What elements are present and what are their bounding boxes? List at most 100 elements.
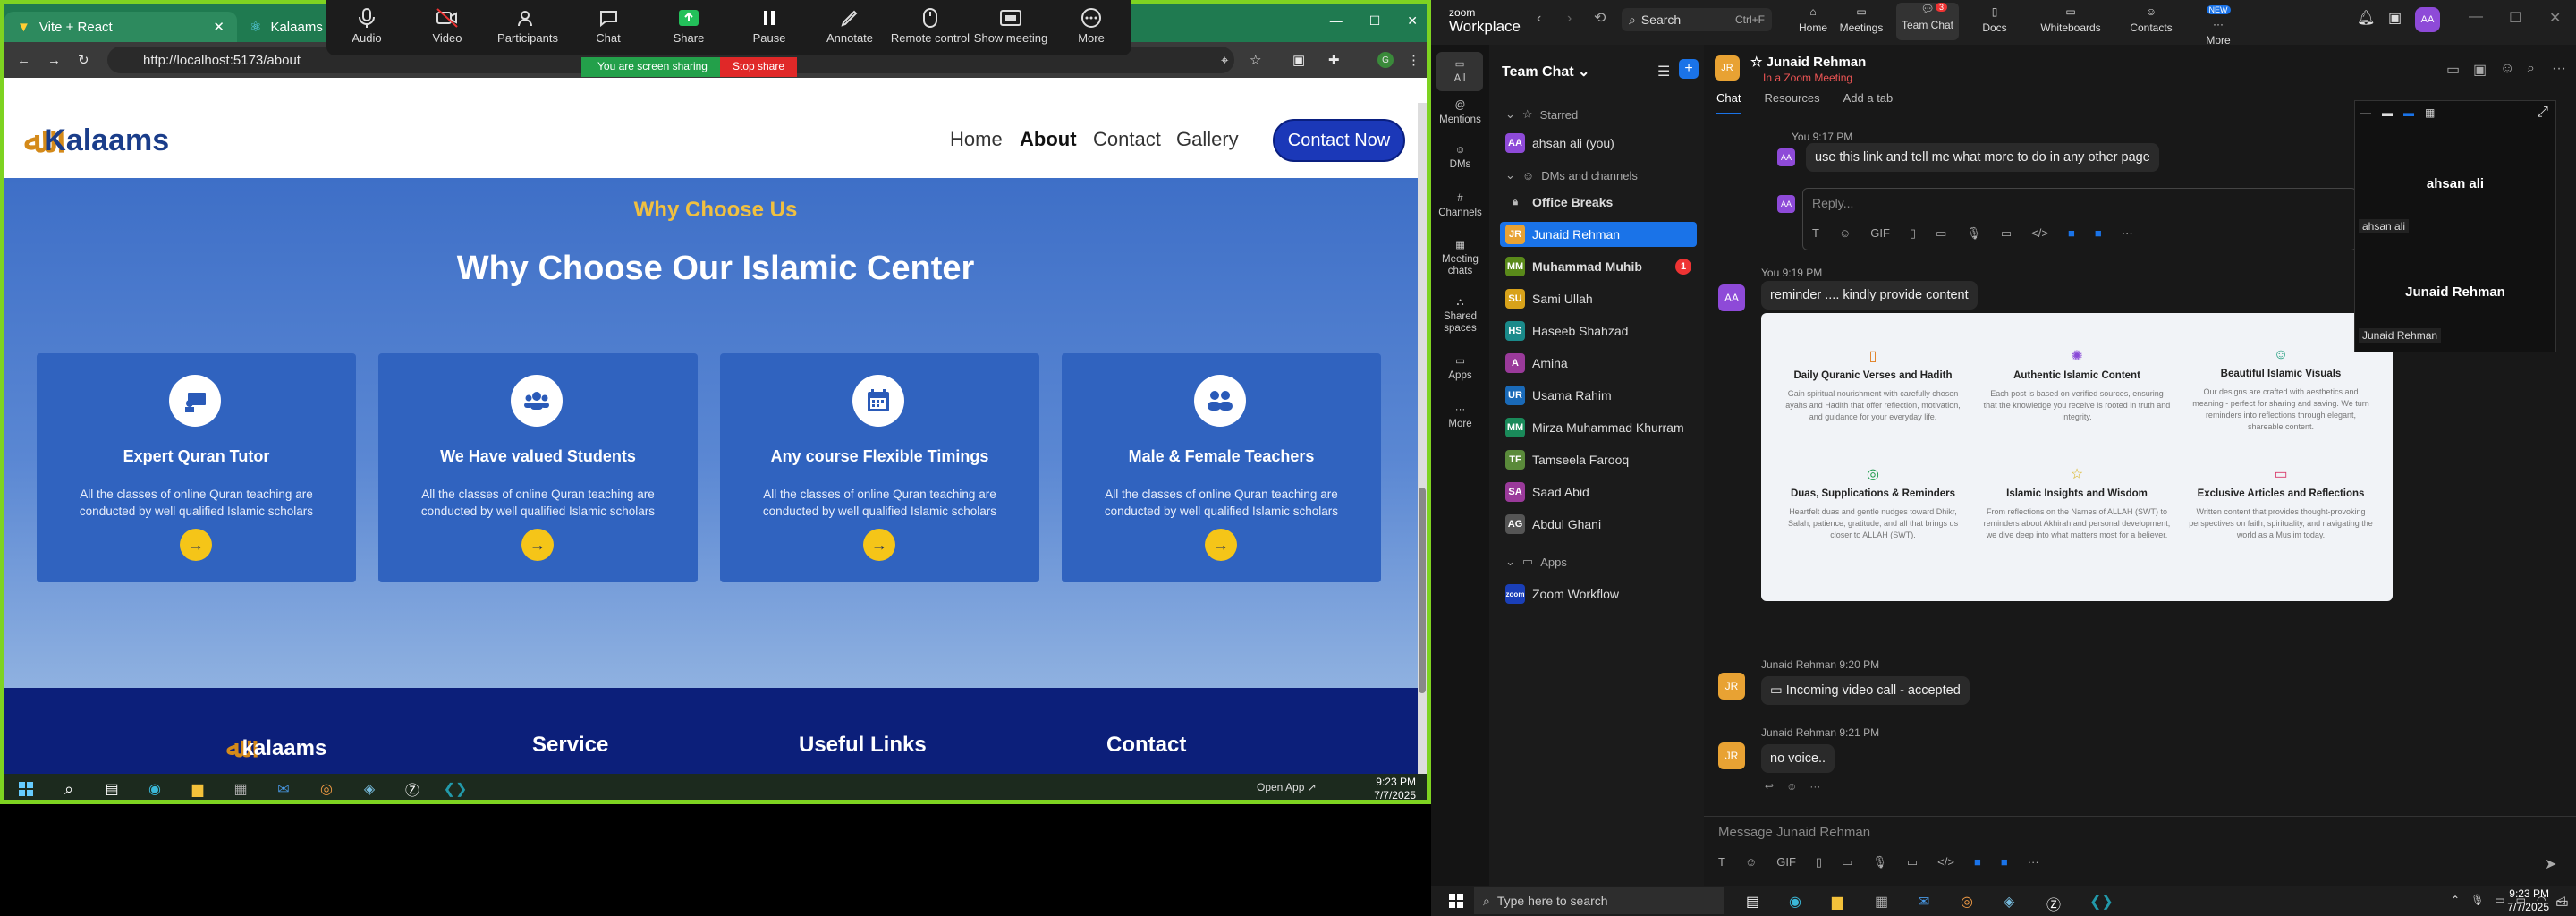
list-item[interactable]: SA Saad Abid <box>1500 479 1697 505</box>
image-attachment[interactable]: ▯ Daily Quranic Verses and Hadith Gain spi… <box>1761 313 2393 601</box>
nav-meetings[interactable]: ▭ Meetings <box>1830 5 1893 34</box>
window-icon[interactable]: ▣ <box>2388 9 2402 27</box>
rail-meeting-chats[interactable]: ▦ Meeting chats <box>1431 240 1489 277</box>
folder-icon[interactable]: ▆ <box>176 774 219 800</box>
message-bubble[interactable]: use this link and tell me what more to d… <box>1806 143 2159 172</box>
list-item[interactable]: TF Tamseela Farooq <box>1500 447 1697 472</box>
card-arrow-button[interactable]: → <box>863 529 895 561</box>
gif-icon[interactable]: GIF <box>1870 226 1890 241</box>
nav-docs[interactable]: ▯ Docs <box>1963 5 2026 34</box>
list-item[interactable]: AA ahsan ali (you) <box>1500 131 1697 156</box>
video-icon[interactable]: ▭ <box>2001 226 2012 241</box>
rail-dms[interactable]: ☺ DMs <box>1431 145 1489 171</box>
zoom-taskbar-icon[interactable]: Ⓩ <box>391 774 434 800</box>
close-icon[interactable]: ✕ <box>2549 9 2561 27</box>
app2-icon[interactable]: ■ <box>2095 226 2102 241</box>
chrome-icon[interactable]: ◎ <box>305 774 348 800</box>
annotate-button[interactable]: Annotate <box>809 7 890 45</box>
send-icon[interactable]: ➤ <box>2545 855 2556 873</box>
clock[interactable]: 9:23 PM 7/7/2025 <box>2507 887 2549 914</box>
list-item[interactable]: 🔒︎ Office Breaks <box>1500 190 1697 215</box>
minimize-icon[interactable]: — <box>2469 9 2483 25</box>
vscode-icon[interactable]: ❮❯ <box>434 774 477 800</box>
mail-icon[interactable]: ✉ <box>1918 893 1929 911</box>
message-input[interactable]: Message Junaid Rehman <box>1718 825 1870 840</box>
chrome-icon[interactable]: ◎ <box>1961 893 1973 911</box>
format-icon[interactable]: T <box>1718 855 1725 869</box>
show-meeting-button[interactable]: Show meeting <box>970 7 1051 45</box>
minimize-icon[interactable]: — <box>1330 13 1343 29</box>
screen-icon[interactable]: ▣ <box>2473 61 2487 79</box>
message-bubble[interactable]: no voice.. <box>1761 744 1835 773</box>
more-icon[interactable]: ··· <box>2552 61 2566 77</box>
app-icon[interactable]: ◈ <box>2004 893 2014 911</box>
card-arrow-button[interactable]: → <box>1205 529 1237 561</box>
notification-icon[interactable]: ▭ <box>2555 894 2569 912</box>
emoji-icon[interactable]: ☺ <box>1839 226 1851 241</box>
audio-button[interactable]: Audio <box>326 7 407 45</box>
tab-resources[interactable]: Resources <box>1764 91 1819 114</box>
people-icon[interactable]: ☺ <box>2500 61 2514 77</box>
more-icon[interactable]: ··· <box>1809 780 1820 793</box>
windows-start-icon[interactable] <box>4 774 47 800</box>
site-logo[interactable]: ﷲ Kalaams <box>24 121 169 161</box>
video-icon[interactable]: ▭ <box>1907 855 1918 869</box>
edge-icon[interactable]: ◉ <box>133 774 176 800</box>
card-arrow-button[interactable]: → <box>521 529 554 561</box>
starred-section[interactable]: ⌄ ☆ Starred <box>1500 102 1697 127</box>
message-bubble[interactable]: reminder .... kindly provide content <box>1761 281 1978 310</box>
more-icon[interactable]: ··· <box>2028 855 2039 869</box>
nav-team-chat[interactable]: 💬︎ Team Chat 3 <box>1896 3 1959 40</box>
app-icon[interactable]: ■ <box>1974 855 1981 869</box>
rail-mentions[interactable]: @ Mentions <box>1431 100 1489 126</box>
taskbar-search[interactable]: ⌕ Type here to search <box>1474 887 1724 914</box>
mic-icon[interactable]: 🎙︎ <box>2470 894 2484 906</box>
file-icon[interactable]: ▯ <box>1816 855 1822 869</box>
list-item[interactable]: JR Junaid Rehman <box>1500 222 1697 247</box>
file-icon[interactable]: ▯ <box>1910 226 1916 241</box>
list-item[interactable]: UR Usama Rahim <box>1500 383 1697 408</box>
minimize-icon[interactable]: — <box>2360 106 2371 119</box>
apps-section[interactable]: ⌄ ▭ Apps <box>1500 549 1697 574</box>
forward-icon[interactable]: › <box>1567 11 1572 27</box>
tab-add[interactable]: Add a tab <box>1843 91 1894 114</box>
location-icon[interactable]: ⌖ <box>1221 53 1228 68</box>
list-item[interactable]: HS Haseeb Shahzad <box>1500 318 1697 344</box>
app-icon[interactable]: ■ <box>2068 226 2075 241</box>
nav-home[interactable]: Home <box>950 128 1003 151</box>
nav-gallery[interactable]: Gallery <box>1176 128 1239 151</box>
pause-button[interactable]: Pause <box>729 7 809 45</box>
list-item[interactable]: zoom Zoom Workflow <box>1500 581 1697 606</box>
remote-control-button[interactable]: Remote control <box>890 7 970 45</box>
new-chat-icon[interactable]: + <box>1679 59 1699 79</box>
card-arrow-button[interactable]: → <box>180 529 212 561</box>
expand-icon[interactable]: ⤢ <box>2537 105 2548 121</box>
video-icon[interactable]: ▭ <box>2446 61 2460 79</box>
list-item[interactable]: MM Mirza Muhammad Khurram <box>1500 415 1697 440</box>
more-icon[interactable]: ··· <box>2122 226 2133 241</box>
zoom-taskbar-icon[interactable]: Ⓩ <box>2046 893 2061 914</box>
chat-button[interactable]: Chat <box>568 7 648 45</box>
chevron-up-icon[interactable]: ⌃ <box>2451 894 2460 906</box>
folder-icon[interactable]: ▆ <box>1832 893 1843 911</box>
gif-icon[interactable]: GIF <box>1776 855 1796 869</box>
contact-now-button[interactable]: Contact Now <box>1273 119 1405 162</box>
puzzle-icon[interactable]: ✚ <box>1328 52 1340 68</box>
camera-icon[interactable]: ▭ <box>2495 894 2504 906</box>
rail-channels[interactable]: # Channels <box>1431 193 1489 219</box>
search-icon[interactable]: ⌕ <box>2527 61 2535 77</box>
store-icon[interactable]: ▦ <box>1875 893 1888 911</box>
mail-icon[interactable]: ✉ <box>262 774 305 800</box>
browser-tab-vite[interactable]: ▼ Vite + React ✕ <box>4 12 237 42</box>
rail-shared-spaces[interactable]: ⛬ Shared spaces <box>1431 297 1489 335</box>
nav-contacts[interactable]: ☺ Contacts <box>2120 5 2182 34</box>
zoom-search[interactable]: ⌕ Search Ctrl+F <box>1622 8 1772 31</box>
bell-icon[interactable]: 🔔︎ <box>2357 9 2375 27</box>
screenshot-icon[interactable]: ▭ <box>1936 226 1946 241</box>
share-button[interactable]: Share <box>648 7 729 45</box>
close-icon[interactable]: ✕ <box>1407 13 1418 29</box>
code-icon[interactable]: </> <box>1937 855 1954 869</box>
message-bubble[interactable]: ▭ Incoming video call - accepted <box>1761 676 1970 705</box>
scroll-thumb[interactable] <box>1419 488 1426 693</box>
format-icon[interactable]: T <box>1812 226 1819 241</box>
